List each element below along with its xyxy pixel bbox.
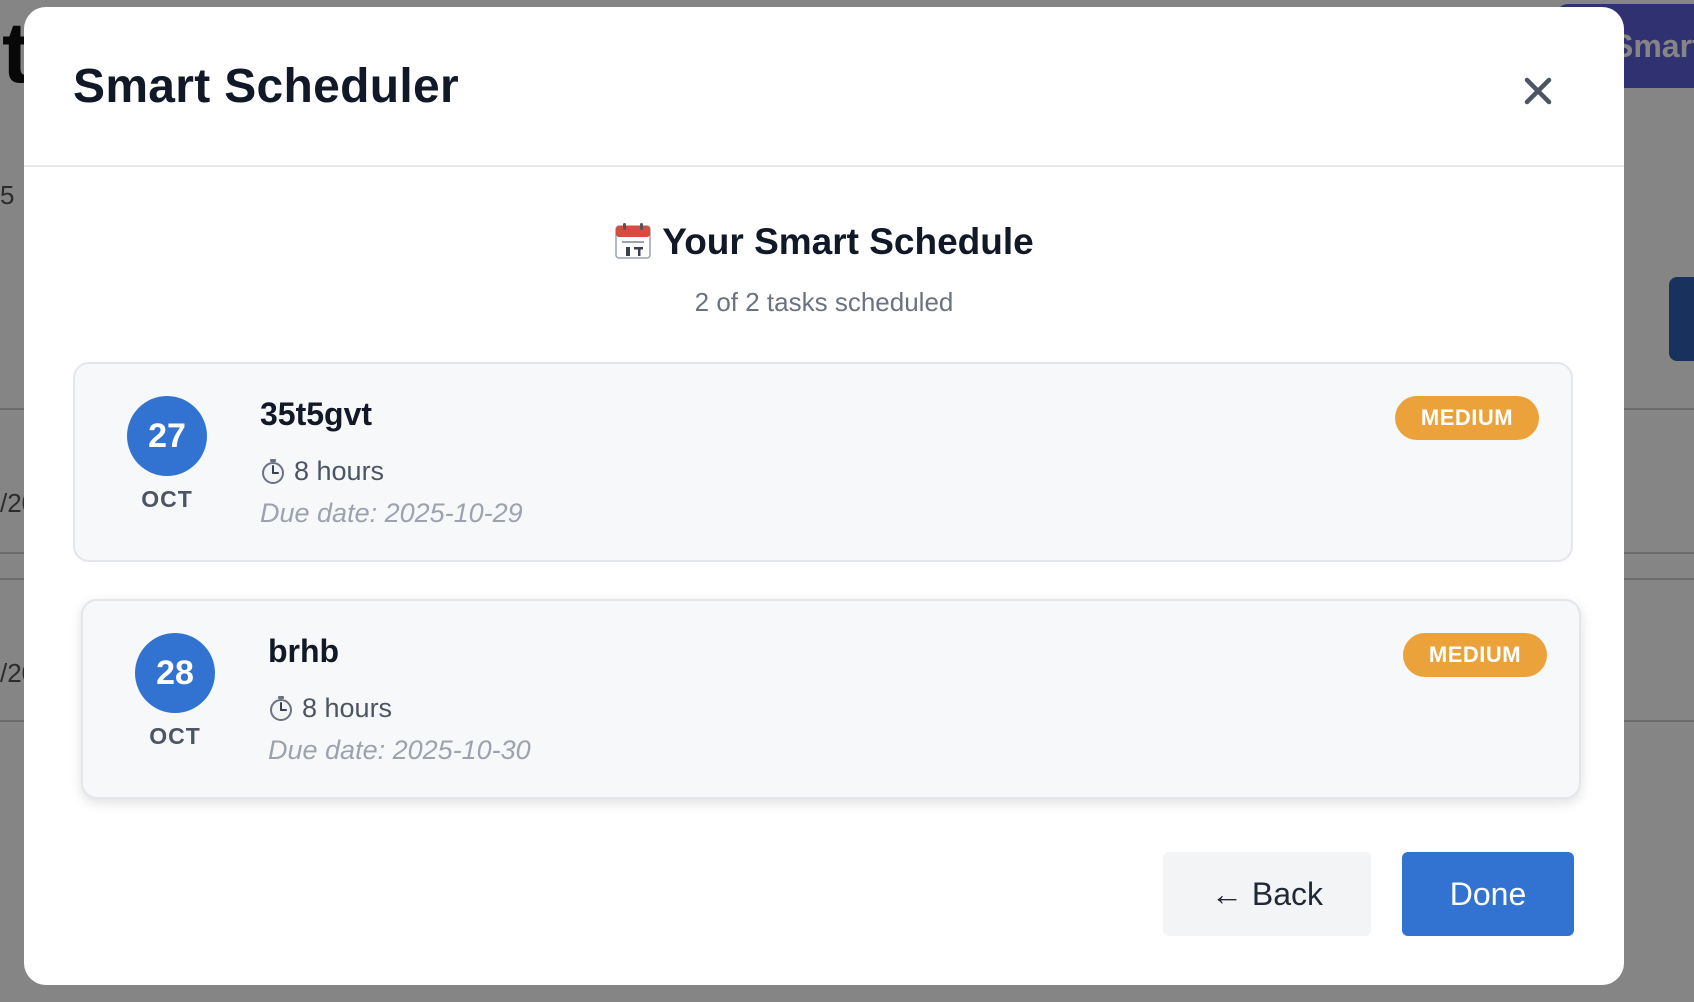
task-due-date: Due date: 2025-10-30: [268, 735, 531, 765]
stopwatch-icon: [260, 458, 286, 491]
close-button[interactable]: [1512, 65, 1564, 117]
modal-header: Smart Scheduler: [24, 7, 1624, 167]
date-day-badge: 27: [127, 396, 207, 476]
task-name: brhb: [268, 633, 340, 669]
date-day-badge: 28: [135, 633, 215, 713]
stopwatch-icon: [268, 695, 294, 728]
priority-badge: MEDIUM: [1395, 396, 1539, 440]
task-card[interactable]: 28 OCT brhb 8 hours Due date: 2025-10-30…: [81, 599, 1581, 799]
schedule-summary: 2 of 2 tasks scheduled: [694, 287, 954, 317]
done-button[interactable]: Done: [1402, 852, 1574, 936]
task-name: 35t5gvt: [260, 396, 373, 432]
close-icon: [1524, 77, 1552, 105]
task-due-date: Due date: 2025-10-29: [260, 498, 523, 528]
task-duration: 8 hours: [268, 693, 392, 728]
smart-scheduler-modal: Smart Scheduler Your Smart Schedule 2 of…: [24, 7, 1624, 985]
task-card[interactable]: 27 OCT 35t5gvt 8 hours Due date: 2025-10…: [73, 362, 1573, 562]
task-duration: 8 hours: [260, 456, 384, 491]
task-hours-label: 8 hours: [302, 693, 393, 723]
date-month: OCT: [149, 723, 201, 749]
schedule-heading: Your Smart Schedule: [24, 221, 1624, 269]
priority-badge: MEDIUM: [1403, 633, 1547, 677]
schedule-title: Your Smart Schedule: [662, 221, 1034, 262]
modal-title: Smart Scheduler: [73, 60, 459, 113]
task-hours-label: 8 hours: [294, 456, 385, 486]
date-month: OCT: [141, 486, 193, 512]
back-button[interactable]: ← Back: [1163, 852, 1371, 936]
calendar-icon: [614, 222, 652, 269]
